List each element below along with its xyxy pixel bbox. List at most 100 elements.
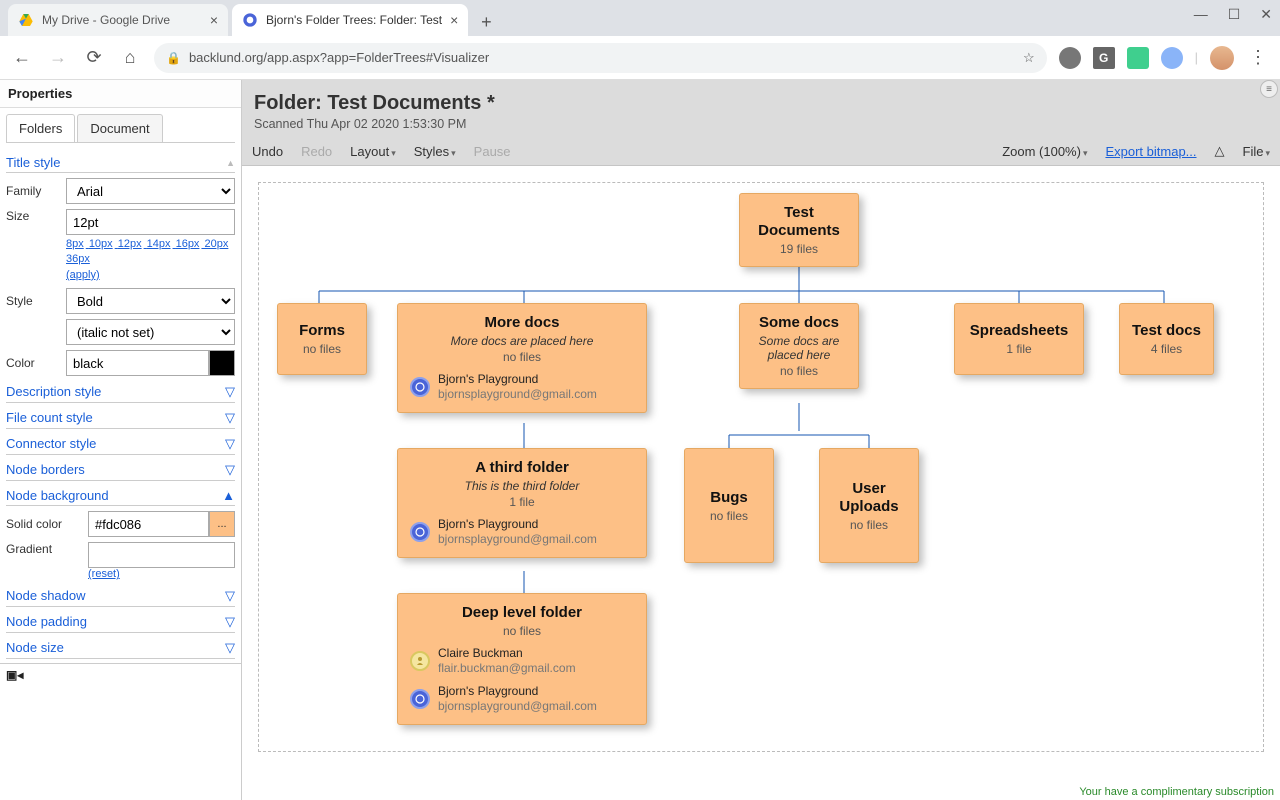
ext-icon[interactable] <box>1161 47 1183 69</box>
size-apply[interactable]: (apply) <box>66 269 100 281</box>
forward-icon[interactable]: → <box>46 46 70 70</box>
size-preset[interactable]: 10px <box>89 238 113 250</box>
tree-node-root[interactable]: Test Documents 19 files <box>739 193 859 267</box>
node-title: Some docs <box>752 314 846 332</box>
size-presets: 8px 10px 12px 14px 16px 20px 36px (apply… <box>66 237 235 283</box>
size-preset[interactable]: 16px <box>176 238 200 250</box>
home-icon[interactable]: ⌂ <box>118 46 142 70</box>
section-node-background[interactable]: Node background▲ <box>6 485 235 506</box>
owner-name: Bjorn's Playground <box>438 684 597 699</box>
expand-icon: ▽ <box>225 384 235 400</box>
node-title: User Uploads <box>832 480 906 516</box>
tree-node[interactable]: Deep level folder no files Claire Buckma… <box>397 593 647 725</box>
size-preset[interactable]: 36px <box>66 253 90 265</box>
browser-tab-active[interactable]: Bjorn's Folder Trees: Folder: Test × <box>232 4 468 36</box>
color-swatch[interactable]: ... <box>209 511 235 537</box>
tree-node[interactable]: Forms no files <box>277 303 367 375</box>
tree-node[interactable]: Test docs 4 files <box>1119 303 1214 375</box>
size-preset[interactable]: 12px <box>118 238 142 250</box>
solid-color-label: Solid color <box>6 517 82 531</box>
node-title: More docs <box>410 314 634 332</box>
tree-node[interactable]: Bugs no files <box>684 448 774 563</box>
new-tab-button[interactable]: + <box>472 8 500 36</box>
ext-icon[interactable]: G <box>1093 47 1115 69</box>
section-title-style[interactable]: Title style ▲ <box>6 151 235 173</box>
export-bitmap-link[interactable]: Export bitmap... <box>1105 144 1196 159</box>
color-input[interactable] <box>66 350 209 376</box>
maximize-icon[interactable]: ☐ <box>1228 6 1241 23</box>
tab-document[interactable]: Document <box>77 114 162 142</box>
cloud-icon[interactable]: △ <box>1215 143 1225 159</box>
owner-icon <box>410 689 430 709</box>
canvas-scroll[interactable]: Test Documents 19 files Forms no files M… <box>242 166 1280 800</box>
size-input[interactable] <box>66 209 235 235</box>
tree-node[interactable]: Some docs Some docs are placed here no f… <box>739 303 859 389</box>
back-icon[interactable]: ← <box>10 46 34 70</box>
node-title: Test docs <box>1132 322 1201 340</box>
section-node-padding[interactable]: Node padding▽ <box>6 611 235 633</box>
tree-node[interactable]: User Uploads no files <box>819 448 919 563</box>
owner-icon <box>410 522 430 542</box>
app-icon <box>242 12 258 28</box>
gradient-input[interactable] <box>88 542 235 568</box>
menu-icon[interactable]: ⋮ <box>1246 46 1270 70</box>
styles-menu[interactable]: Styles <box>414 144 456 159</box>
reset-link[interactable]: (reset) <box>88 568 235 580</box>
lock-icon: 🔒 <box>166 51 181 65</box>
expand-icon: ▽ <box>225 614 235 630</box>
expand-icon: ▽ <box>225 462 235 478</box>
node-count: no files <box>752 364 846 378</box>
avatar[interactable] <box>1210 46 1234 70</box>
tree-node[interactable]: More docs More docs are placed here no f… <box>397 303 647 413</box>
section-filecount-style[interactable]: File count style▽ <box>6 407 235 429</box>
section-description-style[interactable]: Description style▽ <box>6 381 235 403</box>
section-node-size[interactable]: Node size▽ <box>6 637 235 659</box>
node-title: Deep level folder <box>410 604 634 622</box>
star-icon[interactable]: ☆ <box>1023 50 1035 66</box>
tab-folders[interactable]: Folders <box>6 114 75 142</box>
scan-timestamp: Scanned Thu Apr 02 2020 1:53:30 PM <box>254 117 1268 131</box>
owner-email: bjornsplayground@gmail.com <box>438 532 597 547</box>
close-icon[interactable]: ✕ <box>1260 6 1272 23</box>
size-label: Size <box>6 209 60 223</box>
section-node-shadow[interactable]: Node shadow▽ <box>6 585 235 607</box>
undo-button[interactable]: Undo <box>252 144 283 159</box>
footer-icon[interactable]: ▣◂ <box>6 668 23 682</box>
node-count: 1 file <box>967 342 1071 356</box>
section-connector-style[interactable]: Connector style▽ <box>6 433 235 455</box>
browser-tab-inactive[interactable]: My Drive - Google Drive × <box>8 4 228 36</box>
size-preset[interactable]: 14px <box>147 238 171 250</box>
zoom-menu[interactable]: Zoom (100%) <box>1002 144 1087 159</box>
family-select[interactable]: Arial <box>66 178 235 204</box>
layout-menu[interactable]: Layout <box>350 144 396 159</box>
file-menu[interactable]: File <box>1243 144 1270 159</box>
ext-icon[interactable] <box>1059 47 1081 69</box>
redo-button[interactable]: Redo <box>301 144 332 159</box>
pause-button[interactable]: Pause <box>474 144 511 159</box>
section-node-borders[interactable]: Node borders▽ <box>6 459 235 481</box>
ext-icon[interactable] <box>1127 47 1149 69</box>
minimize-icon[interactable]: — <box>1194 6 1208 23</box>
weight-select[interactable]: Bold <box>66 288 235 314</box>
reload-icon[interactable]: ⟳ <box>82 46 106 70</box>
tree-node[interactable]: Spreadsheets 1 file <box>954 303 1084 375</box>
size-preset[interactable]: 20px <box>205 238 229 250</box>
close-icon[interactable]: × <box>210 12 218 28</box>
node-title: Bugs <box>697 489 761 507</box>
owner-email: flair.buckman@gmail.com <box>438 661 576 676</box>
solid-color-input[interactable] <box>88 511 209 537</box>
panel-tabs: Folders Document <box>6 114 235 143</box>
size-preset[interactable]: 8px <box>66 238 84 250</box>
node-owner: Claire Buckman flair.buckman@gmail.com <box>410 646 634 676</box>
family-label: Family <box>6 184 60 198</box>
owner-email: bjornsplayground@gmail.com <box>438 699 597 714</box>
address-bar[interactable]: 🔒 backlund.org/app.aspx?app=FolderTrees#… <box>154 43 1047 73</box>
panel-toggle-icon[interactable]: ≡ <box>1260 80 1278 98</box>
tree-node[interactable]: A third folder This is the third folder … <box>397 448 647 558</box>
owner-name: Claire Buckman <box>438 646 576 661</box>
close-icon[interactable]: × <box>450 12 458 28</box>
color-swatch[interactable] <box>209 350 235 376</box>
italic-select[interactable]: (italic not set) <box>66 319 235 345</box>
page-title: Folder: Test Documents * <box>254 92 1268 115</box>
node-title: Forms <box>290 322 354 340</box>
